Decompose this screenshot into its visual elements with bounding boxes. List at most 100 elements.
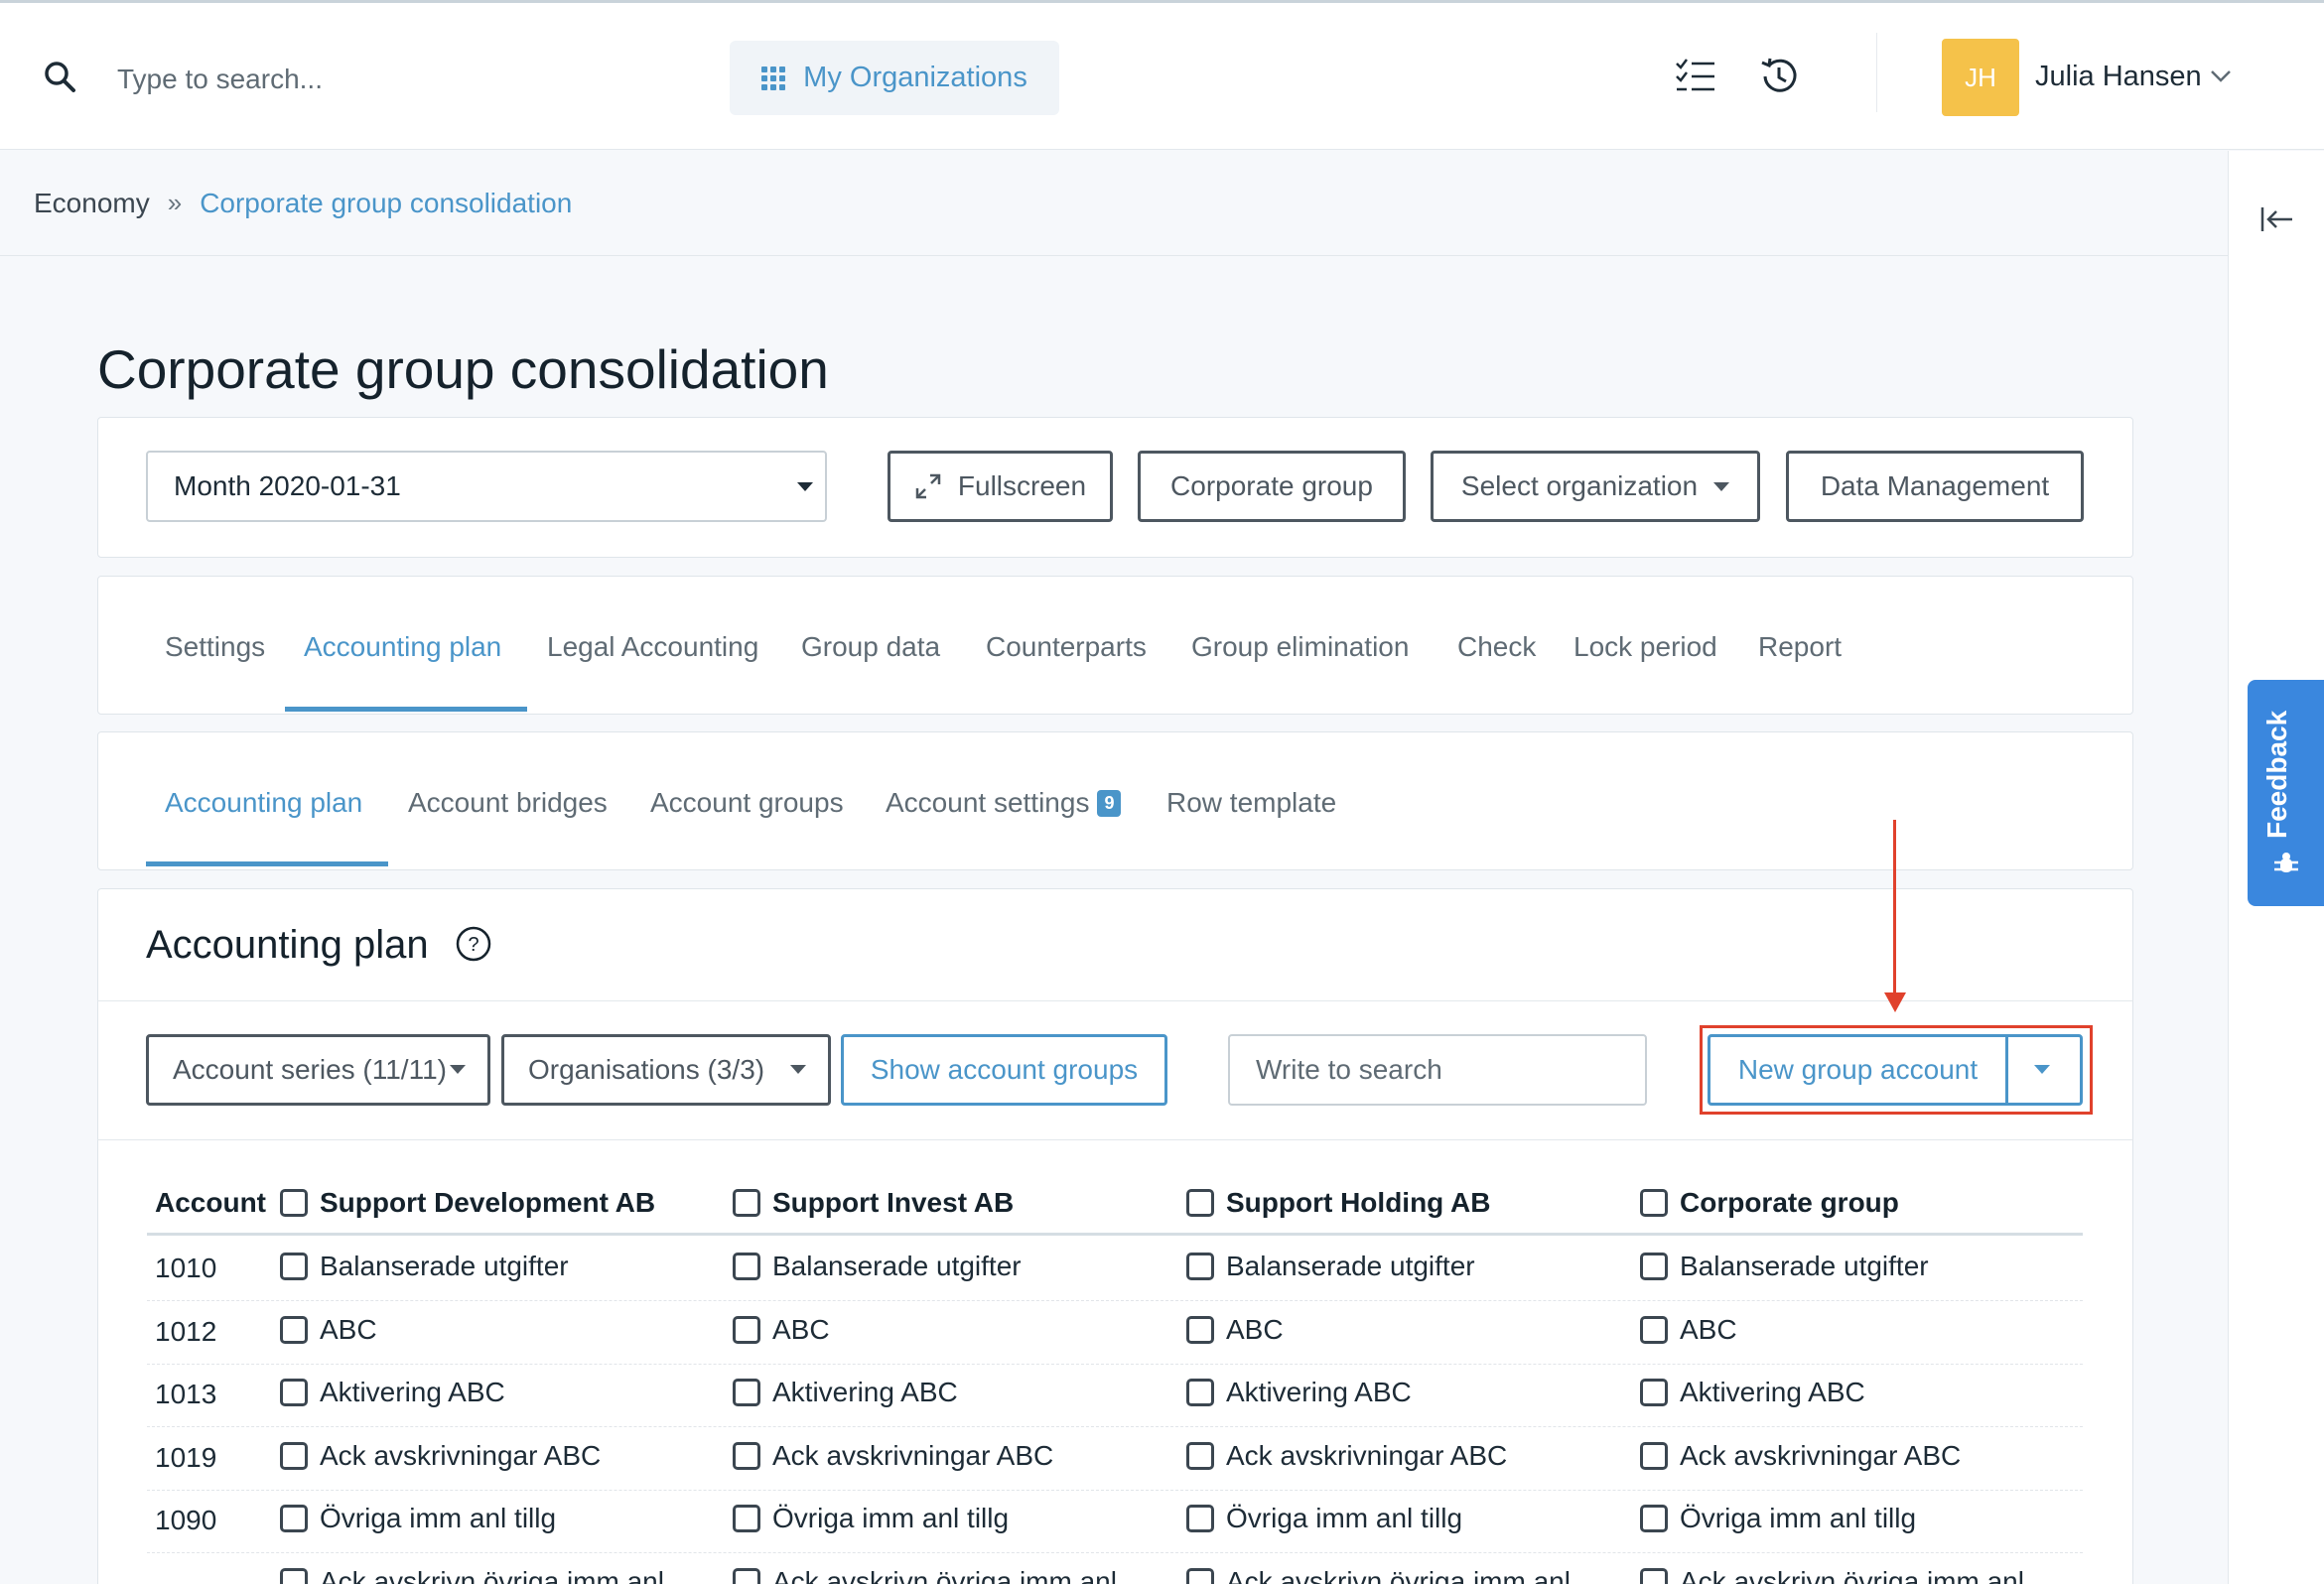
user-name[interactable]: Julia Hansen — [2035, 61, 2202, 93]
tab-counterparts[interactable]: Counterparts — [986, 631, 1147, 663]
breadcrumb-root[interactable]: Economy — [34, 188, 150, 219]
table-cell: Balanserade utgifter — [280, 1251, 569, 1282]
table-cell: Ack avskrivn övriga imm anl — [1186, 1566, 1571, 1584]
tab-group-data[interactable]: Group data — [801, 631, 940, 663]
bug-icon — [2274, 853, 2298, 872]
account-name: ABC — [1226, 1314, 1284, 1345]
avatar-initials: JH — [1965, 62, 1996, 92]
fullscreen-button[interactable]: Fullscreen — [888, 451, 1113, 522]
tab-check[interactable]: Check — [1457, 631, 1536, 663]
period-select[interactable]: Month 2020-01-31 — [146, 451, 827, 522]
column-checkbox[interactable] — [1186, 1189, 1214, 1217]
breadcrumb-current[interactable]: Corporate group consolidation — [200, 188, 572, 219]
row-checkbox[interactable] — [733, 1505, 760, 1532]
row-checkbox[interactable] — [1186, 1316, 1214, 1344]
search-icon[interactable] — [44, 61, 77, 94]
account-name: Övriga imm anl tillg — [320, 1503, 557, 1533]
account-name: Övriga imm anl tillg — [1680, 1503, 1917, 1533]
account-name: Aktivering ABC — [1226, 1377, 1412, 1407]
account-name: Ack avskrivn övriga imm anl — [320, 1566, 664, 1584]
row-checkbox[interactable] — [733, 1568, 760, 1584]
tab-group-elimination[interactable]: Group elimination — [1191, 631, 1409, 663]
row-checkbox[interactable] — [733, 1442, 760, 1470]
subtab-accounting-plan[interactable]: Accounting plan — [165, 787, 362, 819]
row-checkbox[interactable] — [280, 1505, 308, 1532]
row-checkbox[interactable] — [280, 1568, 308, 1584]
caret-down-icon — [790, 1065, 806, 1074]
row-checkbox[interactable] — [733, 1253, 760, 1280]
column-header-support-development: Support Development AB — [280, 1187, 655, 1219]
chevron-down-icon[interactable] — [2210, 68, 2232, 84]
collapse-panel-icon[interactable] — [2258, 204, 2294, 234]
select-organization-button[interactable]: Select organization — [1431, 451, 1760, 522]
account-name: Aktivering ABC — [320, 1377, 505, 1407]
corporate-group-label: Corporate group — [1170, 470, 1373, 501]
row-checkbox[interactable] — [733, 1379, 760, 1406]
table-cell: Övriga imm anl tillg — [1640, 1503, 1916, 1534]
tab-report[interactable]: Report — [1758, 631, 1842, 663]
column-header-label: Corporate group — [1680, 1187, 1899, 1218]
checklist-icon[interactable] — [1674, 55, 1717, 98]
breadcrumb: Economy » Corporate group consolidation — [0, 151, 2228, 256]
help-icon[interactable]: ? — [455, 925, 492, 963]
tab-lock-period[interactable]: Lock period — [1573, 631, 1717, 663]
subtab-account-settings[interactable]: Account settings 9 — [886, 787, 1122, 819]
tab-settings[interactable]: Settings — [165, 631, 265, 663]
account-name: Balanserade utgifter — [320, 1251, 569, 1281]
row-checkbox[interactable] — [1186, 1253, 1214, 1280]
history-icon[interactable] — [1757, 55, 1801, 98]
corporate-group-button[interactable]: Corporate group — [1138, 451, 1406, 522]
tab-legal-accounting[interactable]: Legal Accounting — [547, 631, 758, 663]
data-management-button[interactable]: Data Management — [1786, 451, 2084, 522]
row-checkbox[interactable] — [1186, 1379, 1214, 1406]
row-checkbox[interactable] — [1640, 1442, 1668, 1470]
caret-down-icon — [1713, 481, 1730, 491]
show-account-groups-button[interactable]: Show account groups — [841, 1034, 1167, 1106]
row-checkbox[interactable] — [1186, 1505, 1214, 1532]
column-checkbox[interactable] — [1640, 1189, 1668, 1217]
column-checkbox[interactable] — [733, 1189, 760, 1217]
row-checkbox[interactable] — [1640, 1505, 1668, 1532]
tab-accounting-plan[interactable]: Accounting plan — [304, 631, 501, 663]
account-name: Övriga imm anl tillg — [772, 1503, 1010, 1533]
row-checkbox[interactable] — [280, 1316, 308, 1344]
page-title: Corporate group consolidation — [97, 338, 829, 400]
row-checkbox[interactable] — [280, 1379, 308, 1406]
account-series-filter[interactable]: Account series (11/11) — [146, 1034, 490, 1106]
table-cell: Ack avskrivningar ABC — [280, 1440, 601, 1472]
table-cell: Balanserade utgifter — [1186, 1251, 1475, 1282]
column-checkbox[interactable] — [280, 1189, 308, 1217]
table-cell: Ack avskrivn övriga imm anl — [733, 1566, 1117, 1584]
annotation-highlight-box — [1700, 1025, 2093, 1115]
organisations-filter[interactable]: Organisations (3/3) — [501, 1034, 831, 1106]
global-search-input[interactable] — [117, 55, 594, 104]
row-checkbox[interactable] — [1186, 1442, 1214, 1470]
feedback-tab[interactable]: Feedback — [2248, 680, 2324, 906]
organisations-label: Organisations (3/3) — [528, 1054, 765, 1085]
annotation-arrow-head — [1884, 992, 1906, 1012]
table-cell: Aktivering ABC — [280, 1377, 505, 1408]
row-checkbox[interactable] — [280, 1442, 308, 1470]
period-select-value: Month 2020-01-31 — [174, 470, 401, 501]
avatar[interactable]: JH — [1942, 39, 2019, 116]
data-management-label: Data Management — [1820, 470, 2050, 501]
account-name: Aktivering ABC — [772, 1377, 958, 1407]
row-checkbox[interactable] — [280, 1253, 308, 1280]
row-checkbox[interactable] — [733, 1316, 760, 1344]
fullscreen-label: Fullscreen — [957, 470, 1087, 501]
row-checkbox[interactable] — [1640, 1316, 1668, 1344]
subtab-account-groups[interactable]: Account groups — [650, 787, 844, 819]
row-checkbox[interactable] — [1186, 1568, 1214, 1584]
column-header-label: Support Development AB — [320, 1187, 656, 1218]
row-checkbox[interactable] — [1640, 1253, 1668, 1280]
subtab-account-settings-label: Account settings — [886, 787, 1090, 818]
table-search-input[interactable] — [1228, 1034, 1647, 1106]
account-name: Balanserade utgifter — [1680, 1251, 1929, 1281]
subtab-row-template[interactable]: Row template — [1166, 787, 1336, 819]
row-checkbox[interactable] — [1640, 1568, 1668, 1584]
row-checkbox[interactable] — [1640, 1379, 1668, 1406]
my-organizations-button[interactable]: My Organizations — [730, 41, 1059, 115]
account-number: 1012 — [155, 1316, 217, 1347]
subtab-account-bridges[interactable]: Account bridges — [408, 787, 608, 819]
table-cell: Ack avskrivningar ABC — [733, 1440, 1053, 1472]
